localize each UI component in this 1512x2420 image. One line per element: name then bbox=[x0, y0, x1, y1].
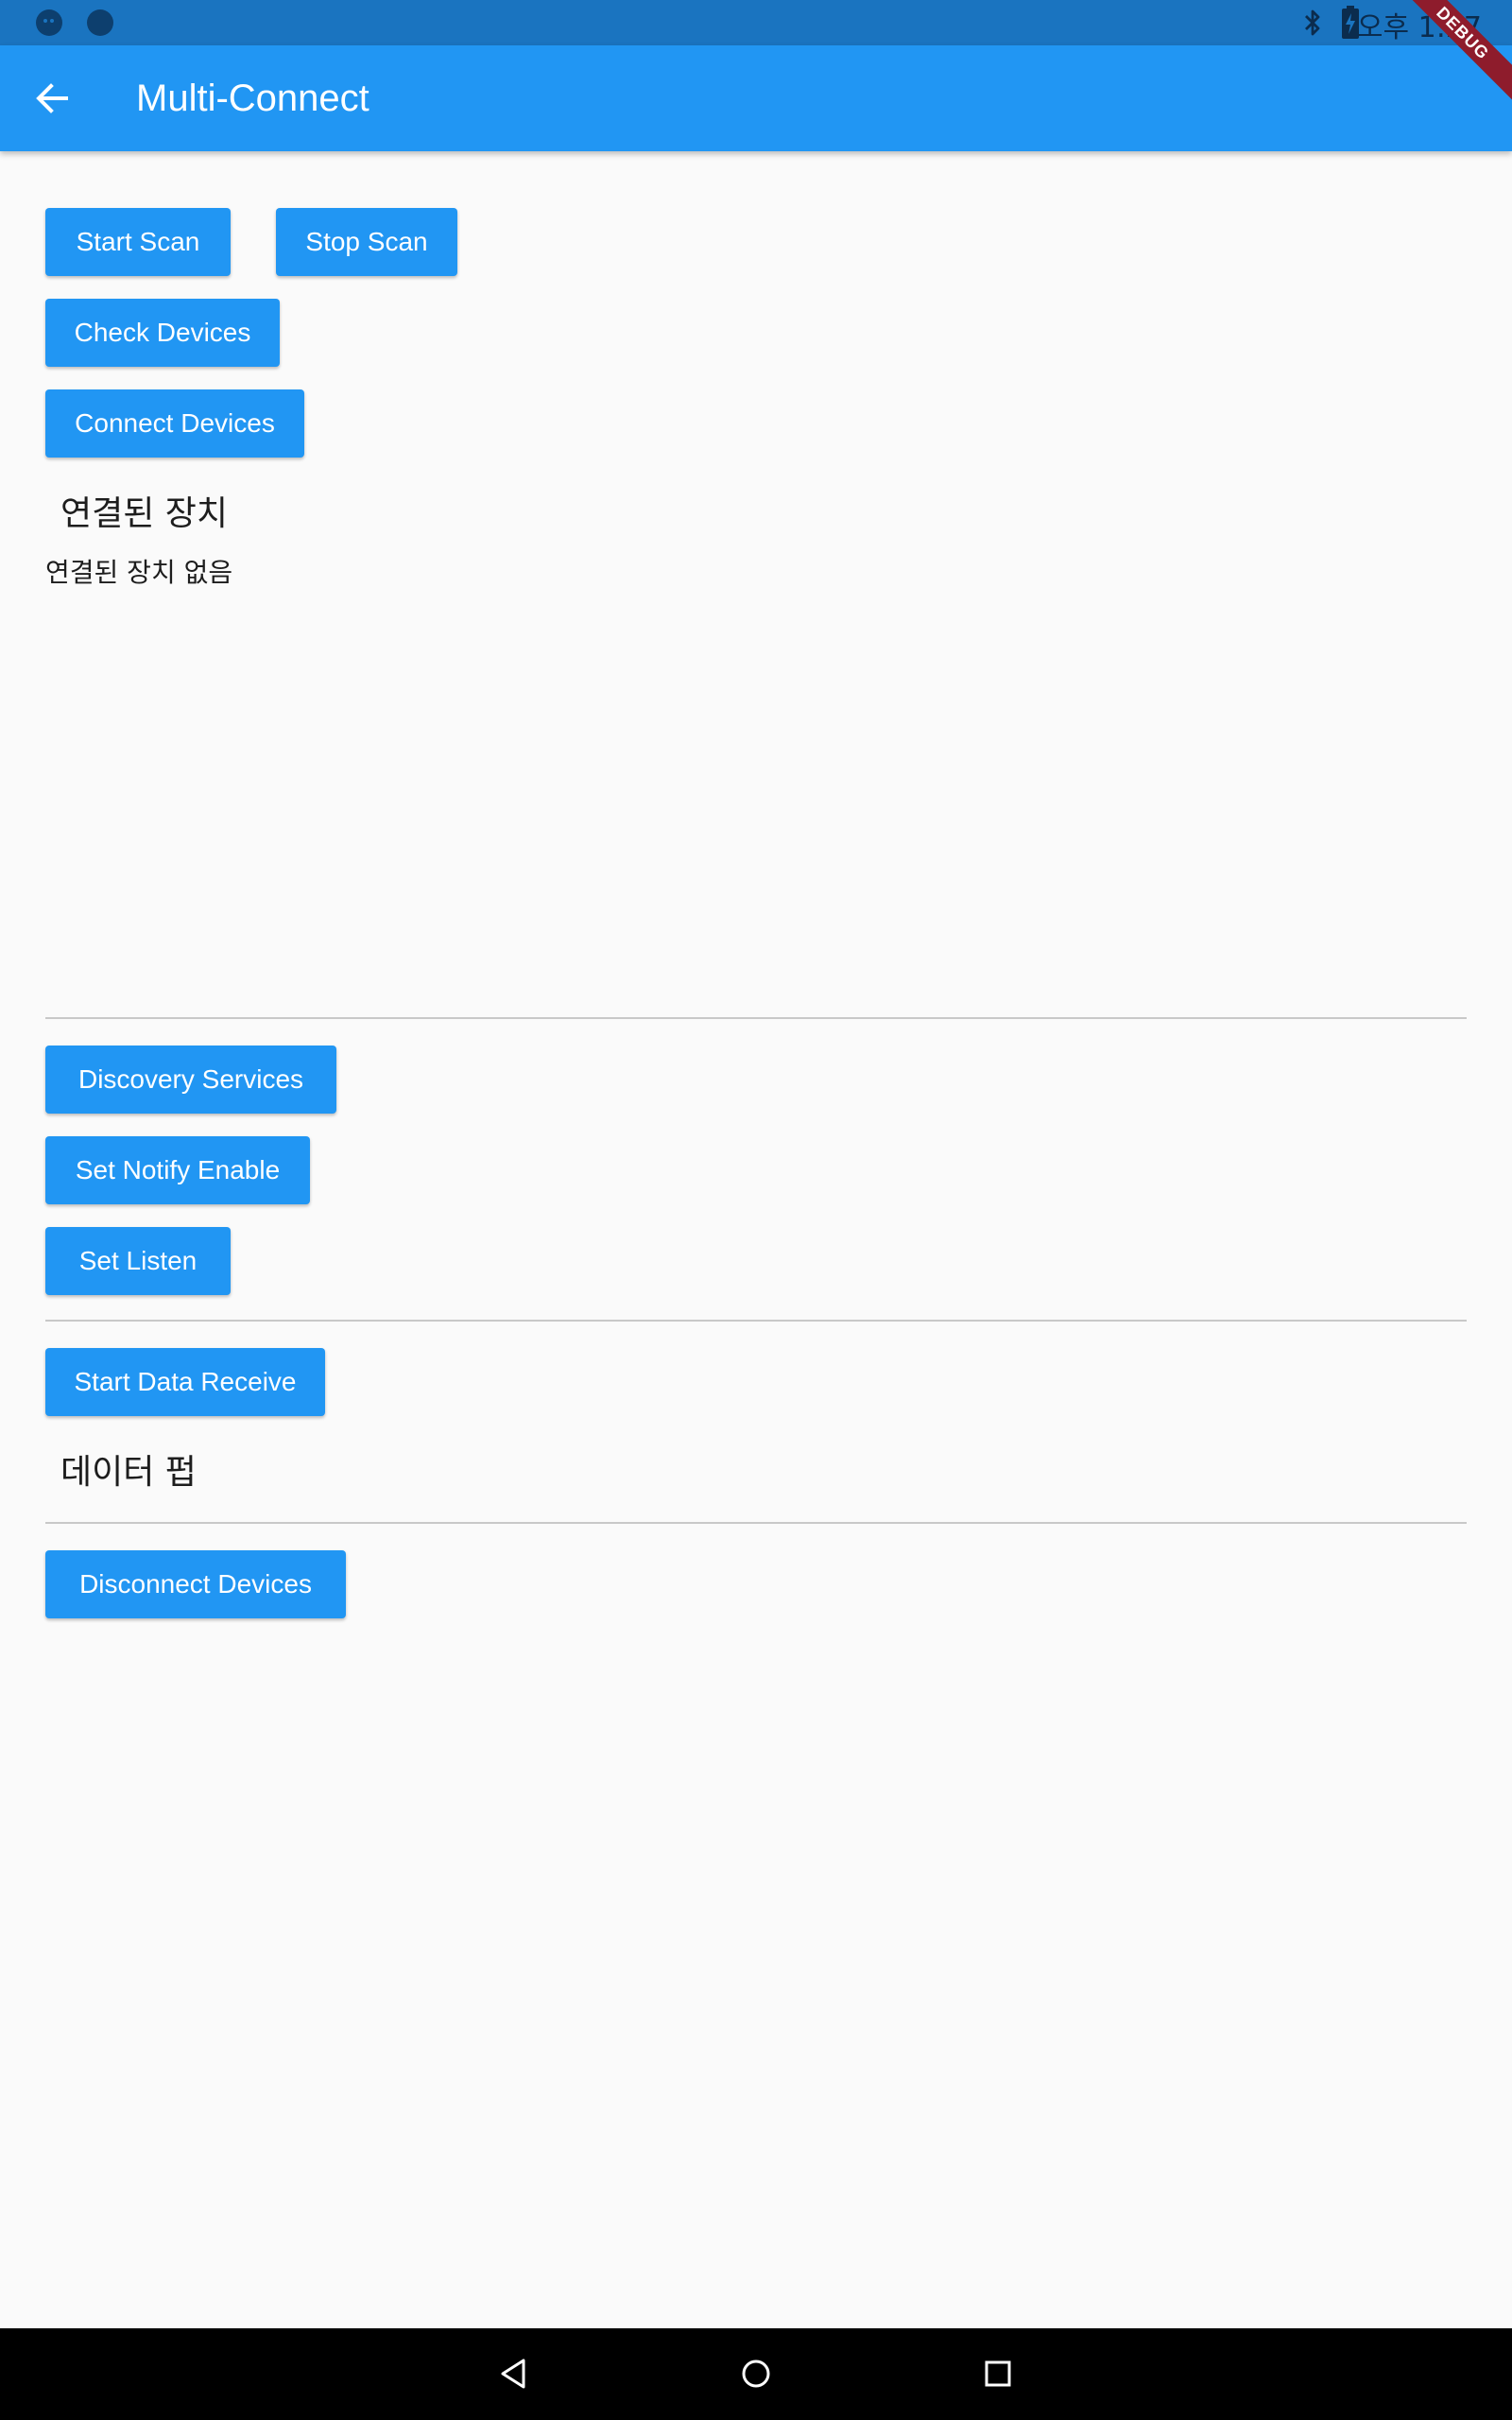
bluetooth-icon bbox=[1305, 9, 1320, 36]
divider bbox=[45, 1320, 1467, 1322]
check-devices-button[interactable]: Check Devices bbox=[45, 299, 280, 367]
stop-scan-button[interactable]: Stop Scan bbox=[276, 208, 457, 276]
divider bbox=[45, 1017, 1467, 1019]
status-bar: 오후 1:27 bbox=[0, 0, 1512, 45]
recents-square-icon[interactable] bbox=[975, 2351, 1021, 2396]
set-notify-enable-button[interactable]: Set Notify Enable bbox=[45, 1136, 310, 1204]
discovery-services-button[interactable]: Discovery Services bbox=[45, 1046, 336, 1114]
system-nav-bar bbox=[0, 2328, 1512, 2420]
start-data-receive-button[interactable]: Start Data Receive bbox=[45, 1348, 325, 1416]
connected-devices-heading: 연결된 장치 bbox=[60, 494, 229, 533]
set-listen-button[interactable]: Set Listen bbox=[45, 1227, 231, 1295]
divider bbox=[45, 1522, 1467, 1524]
data-dump-heading: 데이터 펍 bbox=[60, 1453, 197, 1492]
circle-notification-icon bbox=[87, 9, 113, 36]
home-circle-icon[interactable] bbox=[733, 2351, 779, 2396]
no-connected-devices-text: 연결된 장치 없음 bbox=[45, 557, 233, 588]
disconnect-devices-button[interactable]: Disconnect Devices bbox=[45, 1550, 346, 1618]
app-bar: Multi-Connect bbox=[0, 45, 1512, 151]
page-title: Multi-Connect bbox=[136, 78, 369, 119]
chat-bubble-icon bbox=[36, 9, 62, 36]
app-screen: 오후 1:27 DEBUG Multi-Connect Start Scan S… bbox=[0, 0, 1512, 2420]
arrow-left-icon[interactable] bbox=[34, 79, 72, 117]
back-triangle-icon[interactable] bbox=[491, 2351, 537, 2396]
start-scan-button[interactable]: Start Scan bbox=[45, 208, 231, 276]
connect-devices-button[interactable]: Connect Devices bbox=[45, 389, 304, 458]
